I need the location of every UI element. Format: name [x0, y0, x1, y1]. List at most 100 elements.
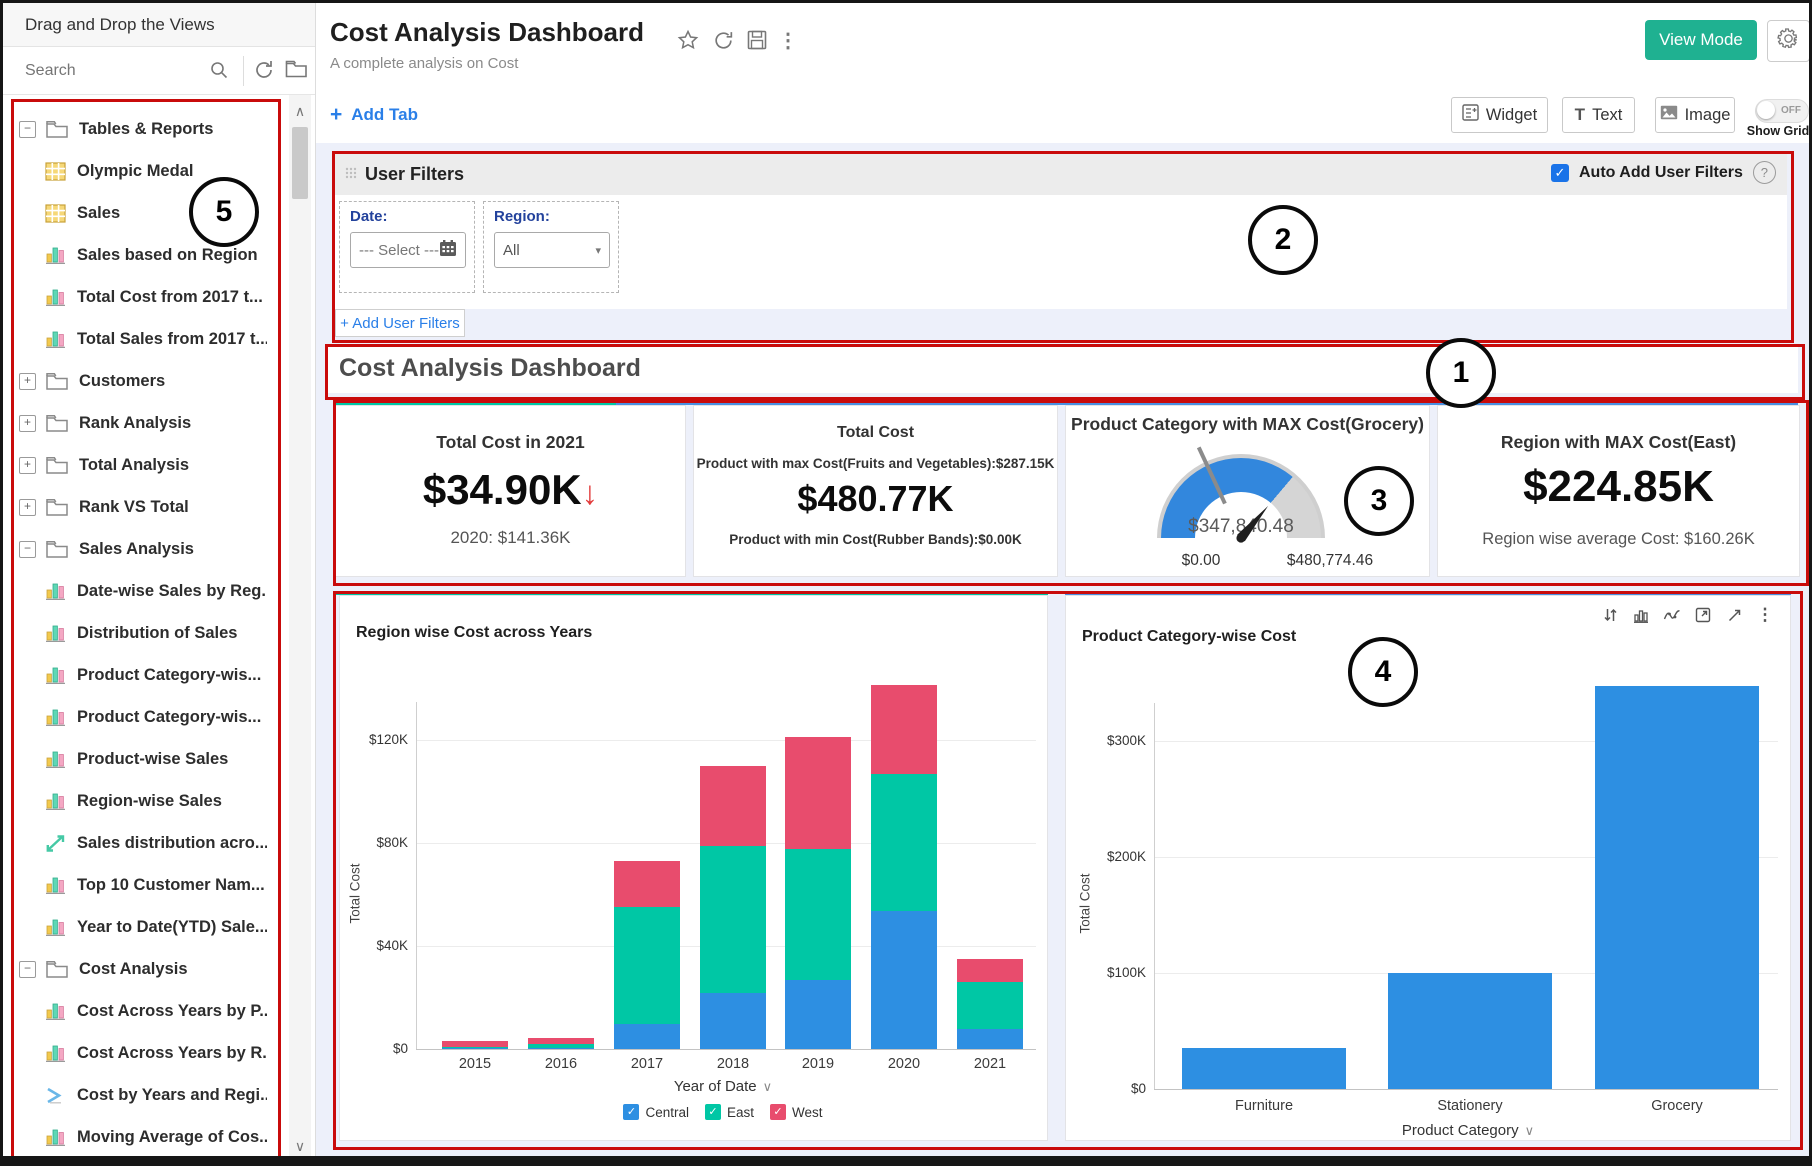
tree-item[interactable]: Cost Across Years by R... — [19, 1032, 267, 1074]
settings-button[interactable] — [1767, 20, 1810, 62]
right-chart-card[interactable]: ⋮ Product Category-wise Cost Total Cost … — [1065, 595, 1791, 1141]
tree-item[interactable]: Product Category-wis... — [19, 654, 267, 696]
tree-expander-icon[interactable]: − — [19, 121, 36, 138]
tree-item[interactable]: Total Sales from 2017 t... — [19, 318, 267, 360]
tree-expander-icon[interactable]: + — [19, 373, 36, 390]
tree-item[interactable]: Moving Average of Cos... — [19, 1116, 267, 1158]
image-button[interactable]: Image — [1655, 97, 1735, 133]
refresh-icon[interactable] — [253, 59, 275, 86]
bar-segment-west-2016[interactable] — [528, 1038, 594, 1044]
bar-stationery[interactable] — [1388, 973, 1552, 1089]
tree-item-label: Moving Average of Cos... — [77, 1128, 267, 1147]
auto-add-checkbox[interactable]: ✓ — [1551, 164, 1569, 182]
refresh-icon[interactable] — [710, 27, 736, 53]
tree-item-label: Product Category-wis... — [77, 666, 261, 685]
sidebar-search-row — [3, 48, 315, 95]
sidebar-scrollbar[interactable] — [289, 95, 311, 1156]
left-chart-card[interactable]: Region wise Cost across Years Total Cost… — [339, 595, 1048, 1141]
widget-icon — [1462, 104, 1479, 126]
tree-item-label: Rank VS Total — [79, 498, 189, 517]
y-tick-label: $0 — [1090, 1081, 1146, 1096]
kpi-card-region-max[interactable]: Region with MAX Cost(East) $224.85K Regi… — [1437, 405, 1800, 577]
tree-item[interactable]: Date-wise Sales by Reg... — [19, 570, 267, 612]
text-button[interactable]: T Text — [1562, 97, 1635, 133]
tree-expander-icon[interactable]: + — [19, 499, 36, 516]
tree-item[interactable]: −Tables & Reports — [19, 108, 267, 150]
tree-item[interactable]: +Total Analysis — [19, 444, 267, 486]
bar-segment-west-2018[interactable] — [700, 766, 766, 846]
user-filters-title: User Filters — [365, 164, 464, 185]
bar-segment-east-2018[interactable] — [700, 846, 766, 993]
bar-segment-central-2021[interactable] — [957, 1029, 1023, 1049]
tree-item[interactable]: −Cost Analysis — [19, 948, 267, 990]
bar-segment-east-2020[interactable] — [871, 774, 937, 912]
scrollbar-thumb[interactable] — [292, 127, 308, 199]
drag-handle-icon[interactable] — [345, 166, 357, 184]
bar-segment-east-2021[interactable] — [957, 982, 1023, 1029]
tree-item[interactable]: +Customers — [19, 360, 267, 402]
tree-item[interactable]: Distribution of Sales — [19, 612, 267, 654]
tree-item[interactable]: Year to Date(YTD) Sale... — [19, 906, 267, 948]
calendar-icon — [439, 239, 457, 261]
y-tick-label: $300K — [1090, 733, 1146, 748]
legend-item-central[interactable]: ✓Central — [623, 1104, 689, 1120]
bar-segment-east-2016[interactable] — [528, 1044, 594, 1047]
tree-expander-icon[interactable]: + — [19, 457, 36, 474]
more-vertical-icon[interactable]: ⋮ — [775, 27, 801, 53]
bar-segment-east-2015[interactable] — [442, 1047, 508, 1049]
image-icon — [1660, 105, 1678, 125]
bar-segment-west-2020[interactable] — [871, 685, 937, 774]
x-axis-label[interactable]: Year of Date∨ — [416, 1078, 1030, 1095]
tree-expander-icon[interactable]: − — [19, 541, 36, 558]
help-icon[interactable]: ? — [1753, 161, 1776, 184]
search-input[interactable] — [23, 56, 202, 86]
widget-button[interactable]: Widget — [1451, 97, 1548, 133]
trend-down-icon: ↓ — [582, 474, 599, 511]
tree-expander-icon[interactable]: − — [19, 961, 36, 978]
tree-item-label: Product-wise Sales — [77, 750, 228, 769]
bar-segment-central-2020[interactable] — [871, 911, 937, 1049]
tree-item[interactable]: Region-wise Sales — [19, 780, 267, 822]
bar-segment-central-2016[interactable] — [528, 1048, 594, 1049]
view-mode-button[interactable]: View Mode — [1645, 20, 1757, 60]
tree-item[interactable]: Sales distribution acro... — [19, 822, 267, 864]
kpi-card-total-cost-2021[interactable]: Total Cost in 2021 $34.90K↓ 2020: $141.3… — [335, 405, 686, 577]
save-icon[interactable] — [744, 27, 770, 53]
bar-segment-west-2019[interactable] — [785, 737, 851, 848]
region-select[interactable]: All ▾ — [494, 232, 610, 268]
bar-segment-central-2018[interactable] — [700, 993, 766, 1049]
date-select-input[interactable]: --- Select --- — [350, 232, 466, 268]
tree-item[interactable]: Total Cost from 2017 t... — [19, 276, 267, 318]
kpi-card-total-cost[interactable]: Total Cost Product with max Cost(Fruits … — [693, 405, 1058, 577]
scroll-down-icon[interactable]: ∨ — [289, 1133, 311, 1159]
bar-segment-east-2017[interactable] — [614, 907, 680, 1023]
bar-segment-west-2017[interactable] — [614, 861, 680, 907]
page-subtitle: A complete analysis on Cost — [330, 55, 518, 72]
add-user-filters-button[interactable]: + Add User Filters — [335, 309, 465, 337]
scroll-up-icon[interactable]: ∧ — [289, 98, 311, 124]
tree-item[interactable]: −Sales Analysis — [19, 528, 267, 570]
tree-item[interactable]: Cost by Years and Regi... — [19, 1074, 267, 1116]
folder-icon[interactable] — [285, 59, 308, 84]
bar-segment-west-2021[interactable] — [957, 959, 1023, 982]
tree-item[interactable]: + Rank VS Total — [19, 486, 267, 528]
star-icon[interactable] — [675, 27, 701, 53]
bar-segment-central-2019[interactable] — [785, 980, 851, 1049]
x-axis-label[interactable]: Product Category∨ — [1154, 1122, 1782, 1139]
tree-item[interactable]: Top 10 Customer Nam... — [19, 864, 267, 906]
bar-segment-east-2019[interactable] — [785, 849, 851, 980]
tree-expander-icon[interactable]: + — [19, 415, 36, 432]
bar-segment-central-2015[interactable] — [442, 1048, 508, 1049]
tree-item[interactable]: Product Category-wis... — [19, 696, 267, 738]
tree-item[interactable]: Cost Across Years by P... — [19, 990, 267, 1032]
bar-segment-west-2015[interactable] — [442, 1041, 508, 1047]
tree-item[interactable]: Product-wise Sales — [19, 738, 267, 780]
legend-item-west[interactable]: ✓West — [770, 1104, 823, 1120]
show-grid-toggle[interactable]: OFF — [1755, 99, 1809, 123]
bar-furniture[interactable] — [1182, 1048, 1346, 1089]
tree-item[interactable]: +Rank Analysis — [19, 402, 267, 444]
bar-grocery[interactable] — [1595, 686, 1759, 1089]
legend-item-east[interactable]: ✓East — [705, 1104, 754, 1120]
add-tab-button[interactable]: + Add Tab — [330, 103, 418, 127]
bar-segment-central-2017[interactable] — [614, 1024, 680, 1049]
